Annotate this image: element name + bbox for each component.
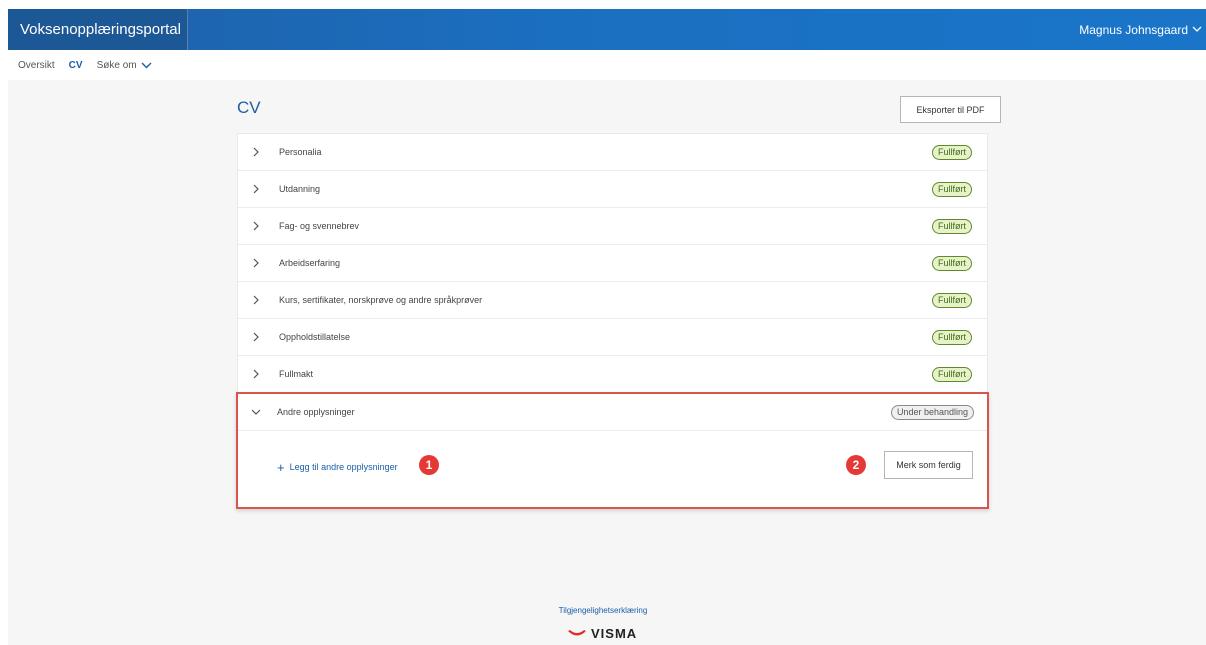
status-badge: Fullført <box>932 181 972 197</box>
chevron-right-icon <box>253 221 259 231</box>
section-label: Utdanning <box>279 184 321 194</box>
status-badge: Fullført <box>932 255 972 271</box>
add-link-label: Legg til andre opplysninger <box>289 462 398 472</box>
section-row-fag-og-svennebrev[interactable]: Fag- og svennebrev Fullført <box>238 208 987 245</box>
plus-icon: + <box>277 459 285 475</box>
export-pdf-button[interactable]: Eksporter til PDF <box>900 96 1001 123</box>
status-badge: Fullført <box>932 366 972 382</box>
main-nav: Oversikt CV Søke om <box>8 50 1206 80</box>
page-title: CV <box>237 98 261 117</box>
section-label: Fag- og svennebrev <box>279 221 360 231</box>
chevron-right-icon <box>253 184 259 194</box>
annotation-marker-2: 2 <box>846 455 866 475</box>
section-row-fullmakt[interactable]: Fullmakt Fullført <box>238 356 987 393</box>
status-badge: Fullført <box>932 144 972 160</box>
chevron-right-icon <box>253 332 259 342</box>
nav-dropdown-soke-om[interactable]: Søke om <box>97 60 152 71</box>
add-other-info-link[interactable]: + Legg til andre opplysninger <box>277 459 398 475</box>
section-body: + Legg til andre opplysninger 1 2 Merk s… <box>238 431 987 505</box>
chevron-right-icon <box>253 369 259 379</box>
status-badge: Under behandling <box>890 404 974 420</box>
visma-mark-icon <box>568 629 586 635</box>
section-row-arbeidserfaring[interactable]: Arbeidserfaring Fullført <box>238 245 987 282</box>
logo-text: VISMA <box>591 626 638 641</box>
section-row-personalia[interactable]: Personalia Fullført <box>238 134 987 171</box>
status-badge: Fullført <box>932 292 972 308</box>
chevron-down-icon <box>1192 26 1202 32</box>
mark-as-done-button[interactable]: Merk som ferdig <box>884 451 973 479</box>
nav-item-cv[interactable]: CV <box>69 60 83 71</box>
section-label: Andre opplysninger <box>277 407 355 417</box>
nav-item-oversikt[interactable]: Oversikt <box>18 60 55 71</box>
top-margin <box>0 0 1206 9</box>
chevron-right-icon <box>253 147 259 157</box>
annotation-marker-1: 1 <box>419 455 439 475</box>
visma-logo: VISMA <box>567 626 637 641</box>
nav-dropdown-label: Søke om <box>96 59 137 71</box>
status-badge: Fullført <box>932 218 972 234</box>
accessibility-link-label: Tilgjengelighetserklæring <box>558 606 648 615</box>
section-label: Oppholdstillatelse <box>279 332 351 342</box>
expanded-section-andre-opplysninger: Andre opplysninger Under behandling + Le… <box>236 392 989 509</box>
section-label: Fullmakt <box>279 369 314 379</box>
chevron-down-icon <box>251 409 261 415</box>
status-badge: Fullført <box>932 329 972 345</box>
chevron-right-icon <box>253 258 259 268</box>
chevron-right-icon <box>253 295 259 305</box>
section-row-utdanning[interactable]: Utdanning Fullført <box>238 171 987 208</box>
section-label: Kurs, sertifikater, norskprøve og andre … <box>279 295 483 305</box>
app-title[interactable]: Voksenopplæringsportal <box>8 9 188 50</box>
user-menu[interactable]: Magnus Johnsgaard <box>1079 9 1202 50</box>
section-label: Personalia <box>279 147 322 157</box>
section-row-kurs[interactable]: Kurs, sertifikater, norskprøve og andre … <box>238 282 987 319</box>
section-row-oppholdstillatelse[interactable]: Oppholdstillatelse Fullført <box>238 319 987 356</box>
accessibility-statement-link[interactable]: Tilgjengelighetserklæring <box>0 606 1206 615</box>
cv-section-list: Personalia Fullført Utdanning Fullført F… <box>236 133 989 509</box>
user-name: Magnus Johnsgaard <box>1079 22 1188 37</box>
chevron-down-icon <box>141 62 152 68</box>
section-label: Arbeidserfaring <box>279 258 341 268</box>
section-row-andre-opplysninger[interactable]: Andre opplysninger Under behandling <box>238 394 987 431</box>
app-header: Voksenopplæringsportal Magnus Johnsgaard <box>8 9 1206 50</box>
